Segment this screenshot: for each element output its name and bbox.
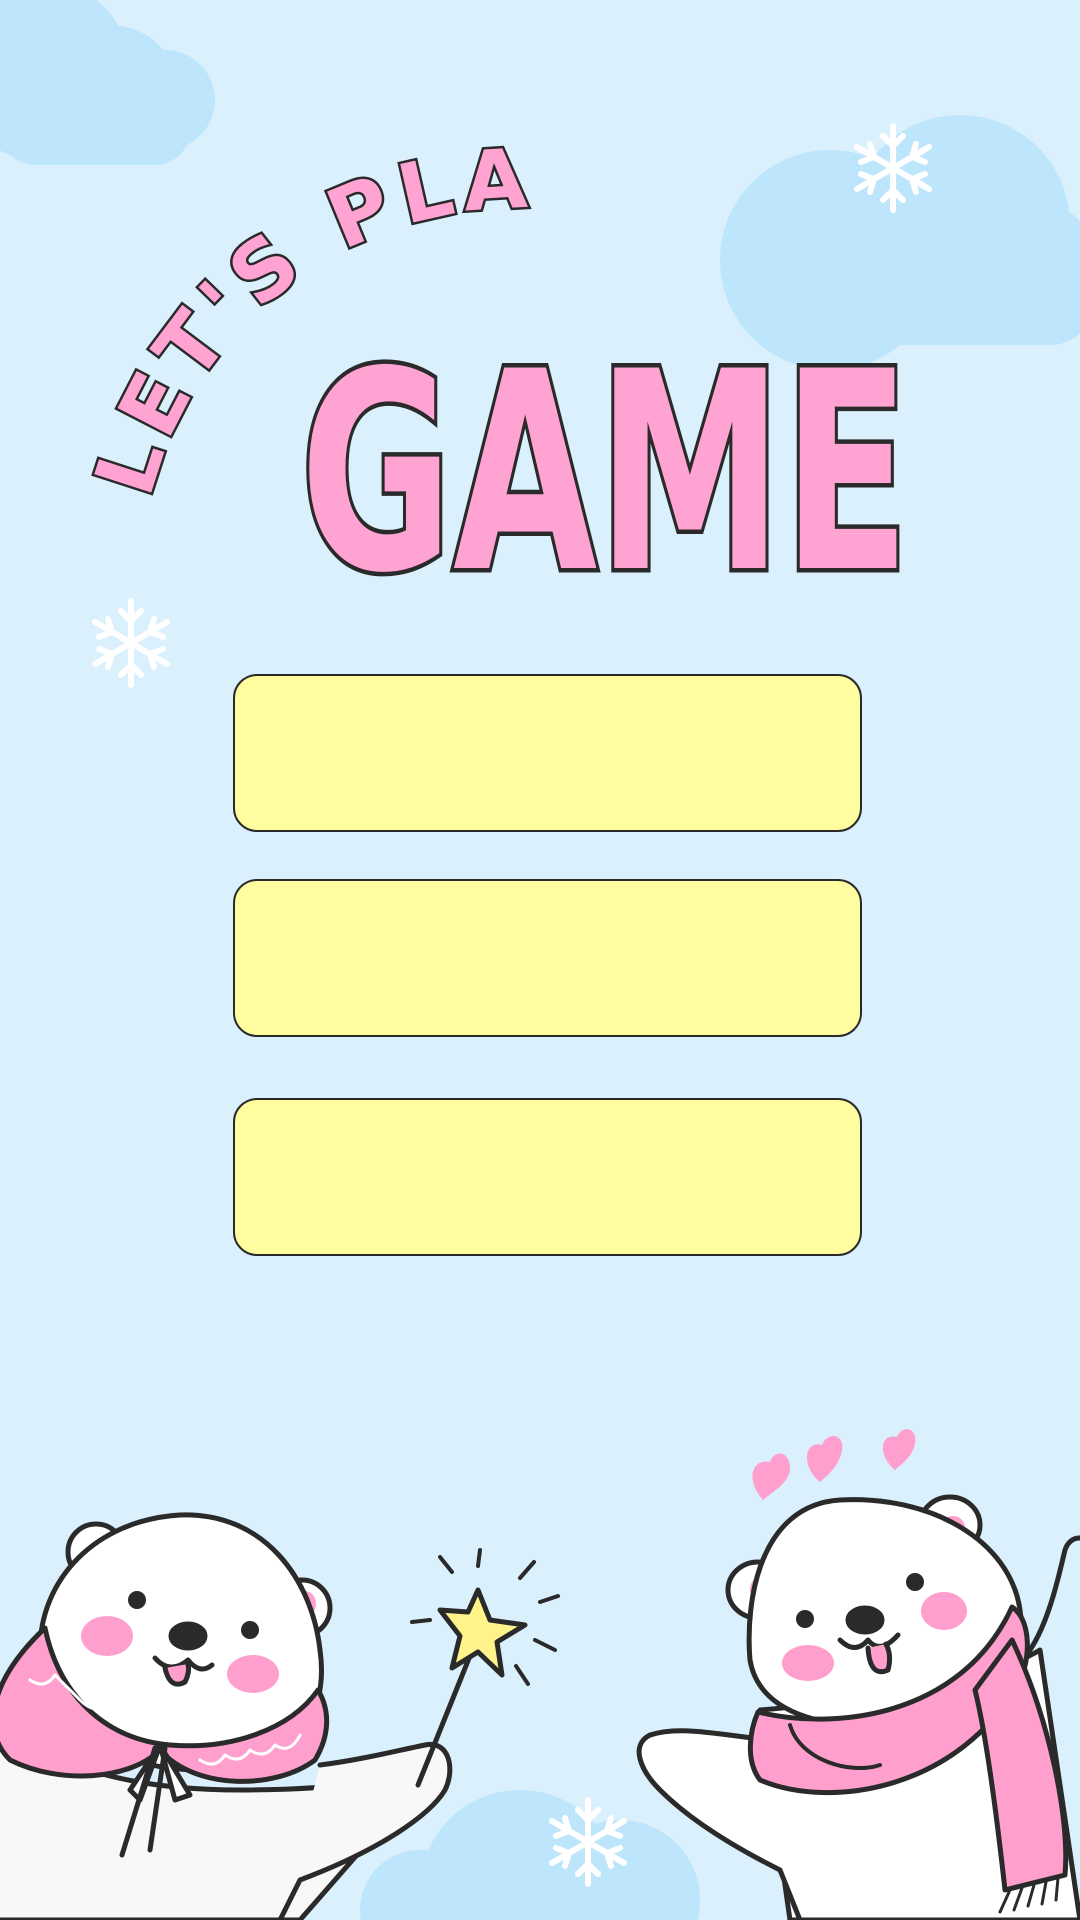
left-bear [0,1512,560,1920]
heart-icon [807,1435,843,1482]
heart-icon [882,1429,916,1470]
title-logo: LET'S PLAY GAME [0,0,915,620]
star-wand-icon [437,1587,528,1678]
bears-illustration [0,1429,1080,1920]
menu-button-2[interactable] [233,879,862,1037]
menu-button-3[interactable] [233,1098,862,1256]
heart-icon [752,1453,790,1500]
right-bear [636,1429,1080,1920]
title-line2: GAME [300,313,910,620]
menu-button-1[interactable] [233,674,862,832]
